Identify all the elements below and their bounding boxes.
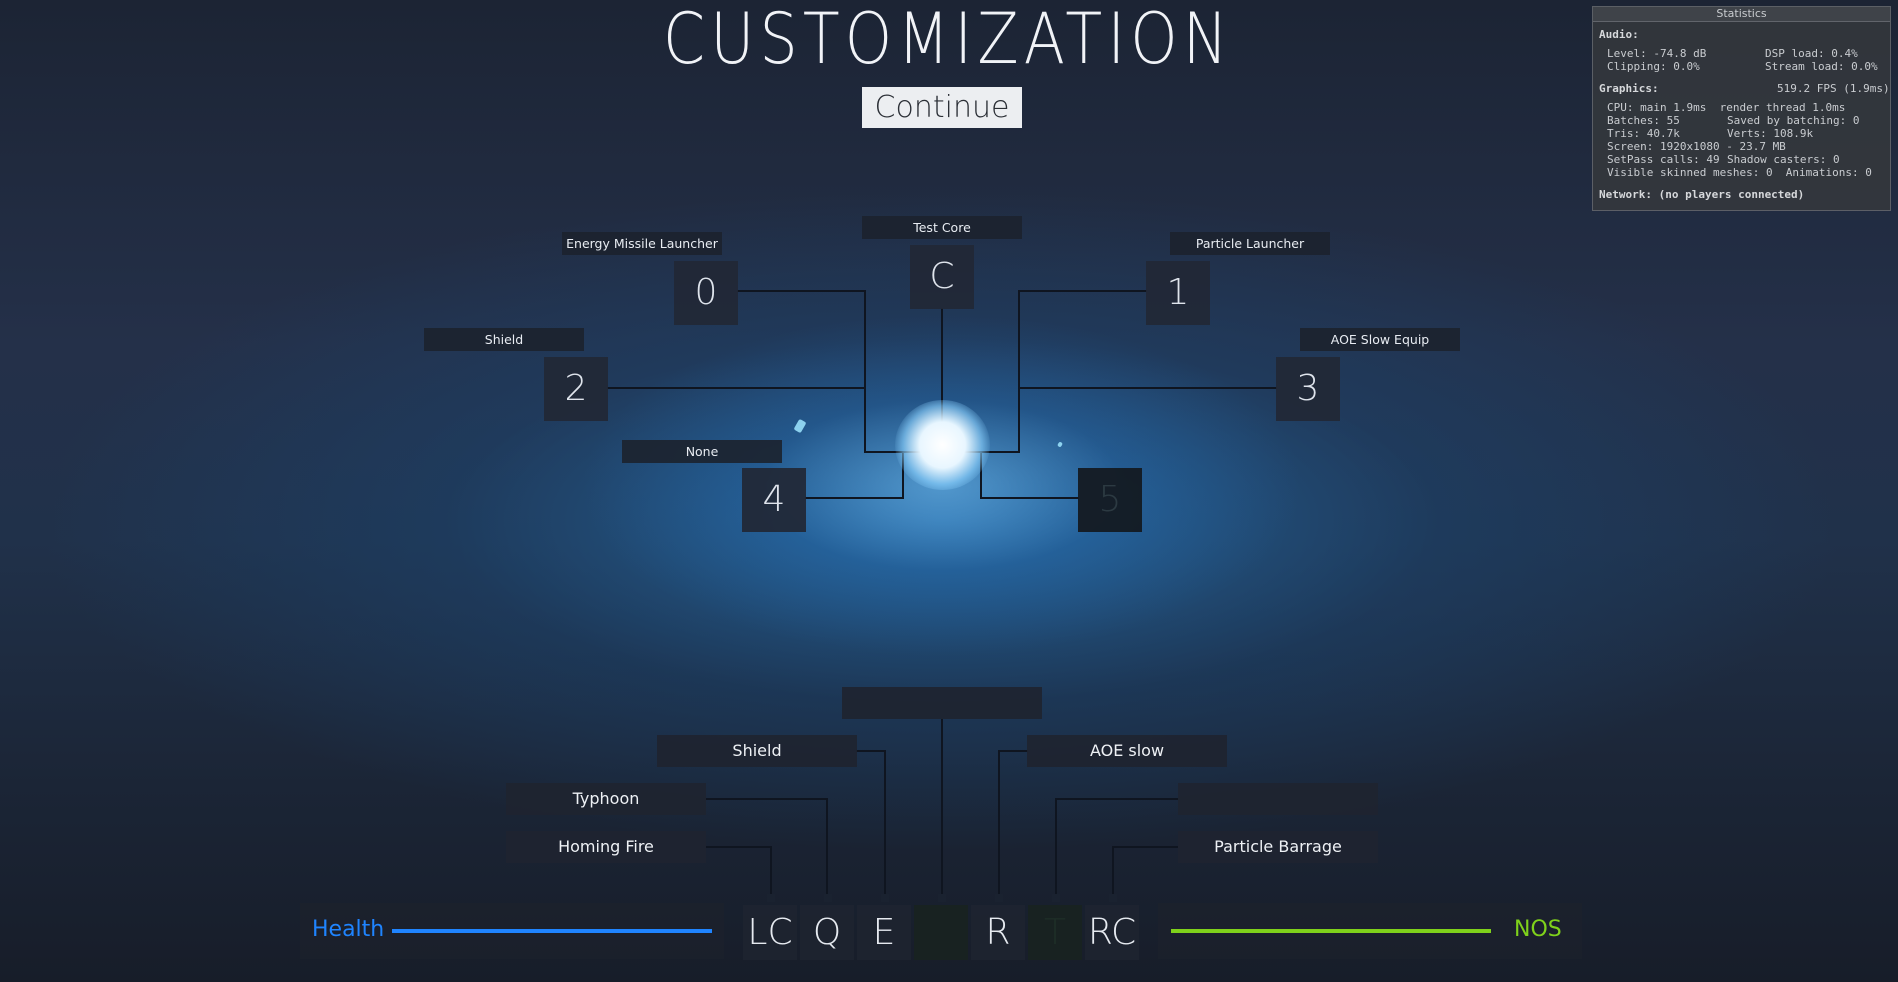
ability-homing-fire-label[interactable]: Homing Fire: [506, 831, 706, 863]
ability-particle-barrage-label[interactable]: Particle Barrage: [1178, 831, 1378, 863]
ability-aoe-slow-label[interactable]: AOE slow: [1027, 735, 1227, 767]
slot-1[interactable]: 1: [1146, 261, 1210, 325]
screen-readout: Screen: 1920x1080 - 23.7 MB: [1607, 140, 1786, 153]
slot-2-label: Shield: [424, 328, 584, 351]
hotkey-r[interactable]: R: [971, 905, 1025, 960]
verts-readout: Verts: 108.9k: [1727, 127, 1814, 140]
clipping: Clipping: 0.0%: [1607, 60, 1700, 73]
hotkey-q[interactable]: Q: [800, 905, 854, 960]
statistics-panel: Statistics Audio: Level: -74.8 dB DSP lo…: [1592, 6, 1891, 211]
audio-level: Level: -74.8 dB: [1607, 47, 1707, 60]
graphics-header: Graphics:: [1599, 82, 1659, 95]
setpass-readout: SetPass calls: 49: [1607, 153, 1720, 166]
batches-readout: Batches: 55: [1607, 114, 1680, 127]
tris-readout: Tris: 40.7k: [1607, 127, 1680, 140]
ability-shield-label[interactable]: Shield: [657, 735, 857, 767]
shadow-casters: Shadow casters: 0: [1727, 153, 1840, 166]
cpu-readout: CPU: main 1.9ms render thread 1.0ms: [1607, 101, 1846, 114]
core-label: Test Core: [862, 216, 1022, 239]
core-slot[interactable]: C: [910, 245, 974, 309]
hotkey-rc[interactable]: RC: [1085, 905, 1139, 960]
nos-label: NOS: [1514, 917, 1562, 942]
stream-load: Stream load: 0.0%: [1765, 60, 1878, 73]
slot-4-label: None: [622, 440, 782, 463]
slot-0[interactable]: 0: [674, 261, 738, 325]
slot-2[interactable]: 2: [544, 357, 608, 421]
statistics-title: Statistics: [1593, 7, 1890, 22]
slot-0-label: Energy Missile Launcher: [562, 232, 722, 255]
hotkey-empty[interactable]: [914, 905, 968, 960]
hotkey-t[interactable]: T: [1028, 905, 1082, 960]
skinned-meshes: Visible skinned meshes: 0 Animations: 0: [1607, 166, 1872, 179]
audio-header: Audio:: [1599, 28, 1639, 41]
hotkey-e[interactable]: E: [857, 905, 911, 960]
slot-4[interactable]: 4: [742, 468, 806, 532]
slot-3-label: AOE Slow Equip: [1300, 328, 1460, 351]
ability-typhoon-label[interactable]: Typhoon: [506, 783, 706, 815]
health-label: Health: [312, 917, 385, 942]
ability-top-label[interactable]: [842, 687, 1042, 719]
energy-core-glow: [895, 400, 990, 490]
page-title: CUSTOMIZATION: [663, 0, 1233, 80]
ability-empty-label[interactable]: [1178, 783, 1378, 815]
slot-3[interactable]: 3: [1276, 357, 1340, 421]
saved-batching: Saved by batching: 0: [1727, 114, 1860, 127]
dsp-load: DSP load: 0.4%: [1765, 47, 1858, 60]
fps-readout: 519.2 FPS (1.9ms): [1777, 82, 1890, 95]
continue-button[interactable]: Continue: [862, 87, 1022, 128]
slot-5[interactable]: 5: [1078, 468, 1142, 532]
nos-bar: [1171, 929, 1491, 933]
slot-1-label: Particle Launcher: [1170, 232, 1330, 255]
hotkey-lc[interactable]: LC: [743, 905, 797, 960]
health-bar: [392, 929, 712, 933]
network-status: Network: (no players connected): [1599, 188, 1805, 201]
